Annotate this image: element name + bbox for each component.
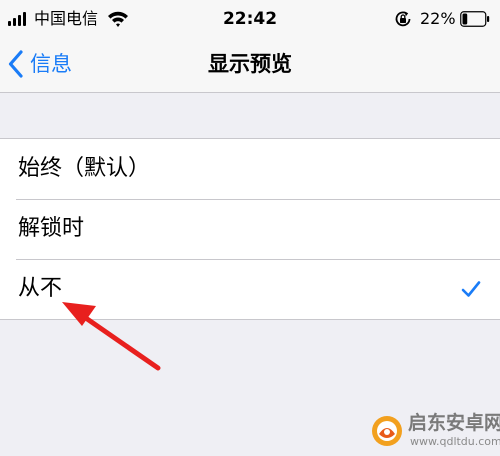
option-when-unlocked[interactable]: 解锁时 xyxy=(0,199,500,259)
preview-options-list: 始终（默认） 解锁时 从不 xyxy=(0,138,500,320)
watermark-logo-icon xyxy=(372,416,402,446)
option-label: 解锁时 xyxy=(18,216,85,241)
page-title: 显示预览 xyxy=(208,52,292,76)
watermark: 启东安卓网 www.qdltdu.com xyxy=(368,408,500,452)
rotation-lock-icon xyxy=(395,11,411,27)
battery-icon xyxy=(460,11,490,27)
option-label: 始终（默认） xyxy=(18,156,151,181)
status-bar: 中国电信 22:42 22% xyxy=(0,0,500,38)
option-label: 从不 xyxy=(18,276,63,301)
checkmark-icon xyxy=(461,281,481,297)
option-always[interactable]: 始终（默认） xyxy=(0,139,500,199)
battery-percent: 22% xyxy=(420,9,456,28)
navigation-bar: 信息 显示预览 xyxy=(0,38,500,93)
watermark-url: www.qdltdu.com xyxy=(410,435,500,448)
watermark-title: 启东安卓网 xyxy=(408,412,500,434)
option-never[interactable]: 从不 xyxy=(0,259,500,319)
